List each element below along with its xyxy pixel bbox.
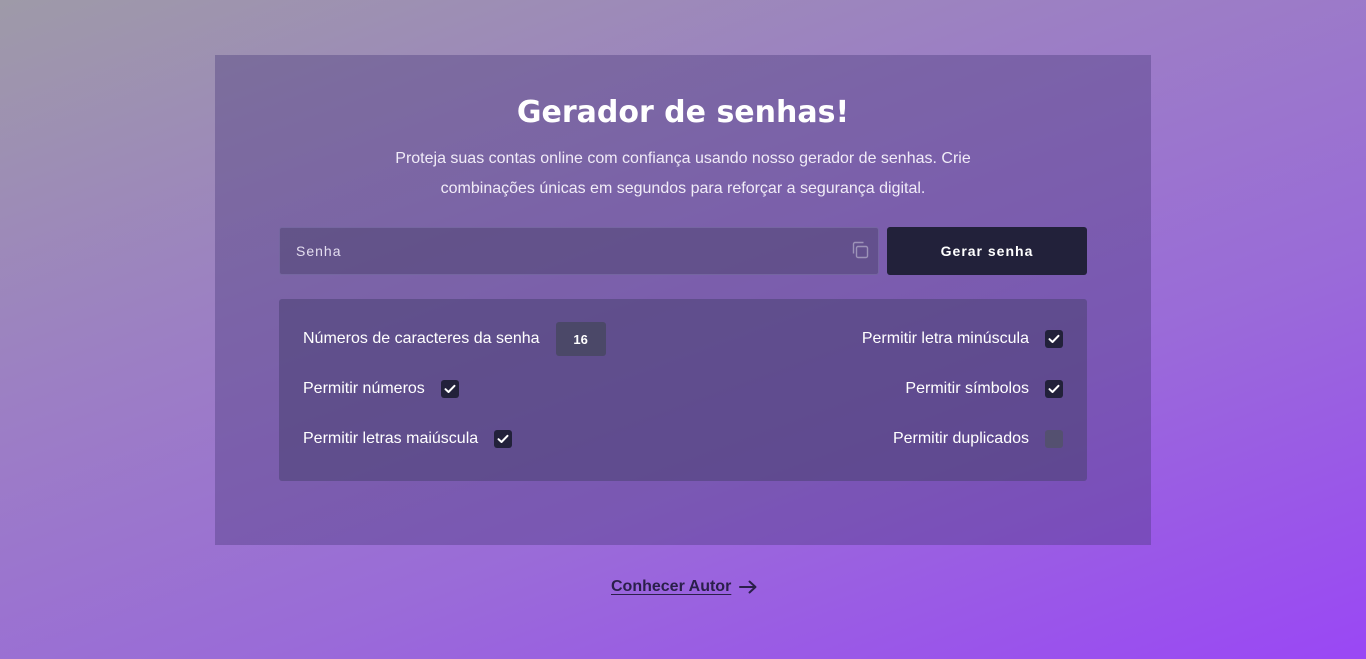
length-input[interactable] (555, 322, 606, 356)
uppercase-option: Permitir letras maiúscula (303, 424, 513, 454)
numbers-option: Permitir números (303, 374, 459, 404)
duplicates-option: Permitir duplicados (893, 424, 1063, 454)
uppercase-checkbox[interactable] (494, 430, 513, 448)
numbers-label: Permitir números (303, 380, 425, 397)
symbols-label: Permitir símbolos (905, 380, 1029, 397)
duplicates-label: Permitir duplicados (892, 430, 1029, 447)
author-link-label: Conhecer Autor (611, 578, 732, 595)
options-panel: Números de caracteres da senha Permitir … (279, 299, 1087, 481)
arrow-right-icon (739, 580, 757, 594)
length-option: Números de caracteres da senha (303, 322, 606, 356)
lowercase-option: Permitir letra minúscula (862, 324, 1063, 354)
lowercase-label: Permitir letra minúscula (861, 330, 1029, 347)
length-label: Números de caracteres da senha (303, 330, 540, 347)
page-subtitle: Proteja suas contas online com confiança… (395, 150, 971, 197)
lowercase-checkbox[interactable] (1045, 330, 1063, 348)
symbols-checkbox[interactable] (1045, 380, 1063, 398)
symbols-option: Permitir símbolos (905, 374, 1063, 404)
password-field (279, 227, 879, 275)
generate-password-button[interactable]: Gerar senha (887, 227, 1087, 275)
numbers-checkbox[interactable] (440, 380, 459, 398)
uppercase-label: Permitir letras maiúscula (303, 430, 479, 447)
page-title: Gerador de senhas! (516, 95, 850, 130)
copy-icon[interactable] (850, 240, 870, 260)
password-input[interactable] (280, 228, 840, 274)
author-link[interactable]: Conhecer Autor (611, 578, 757, 596)
duplicates-checkbox[interactable] (1045, 430, 1063, 448)
